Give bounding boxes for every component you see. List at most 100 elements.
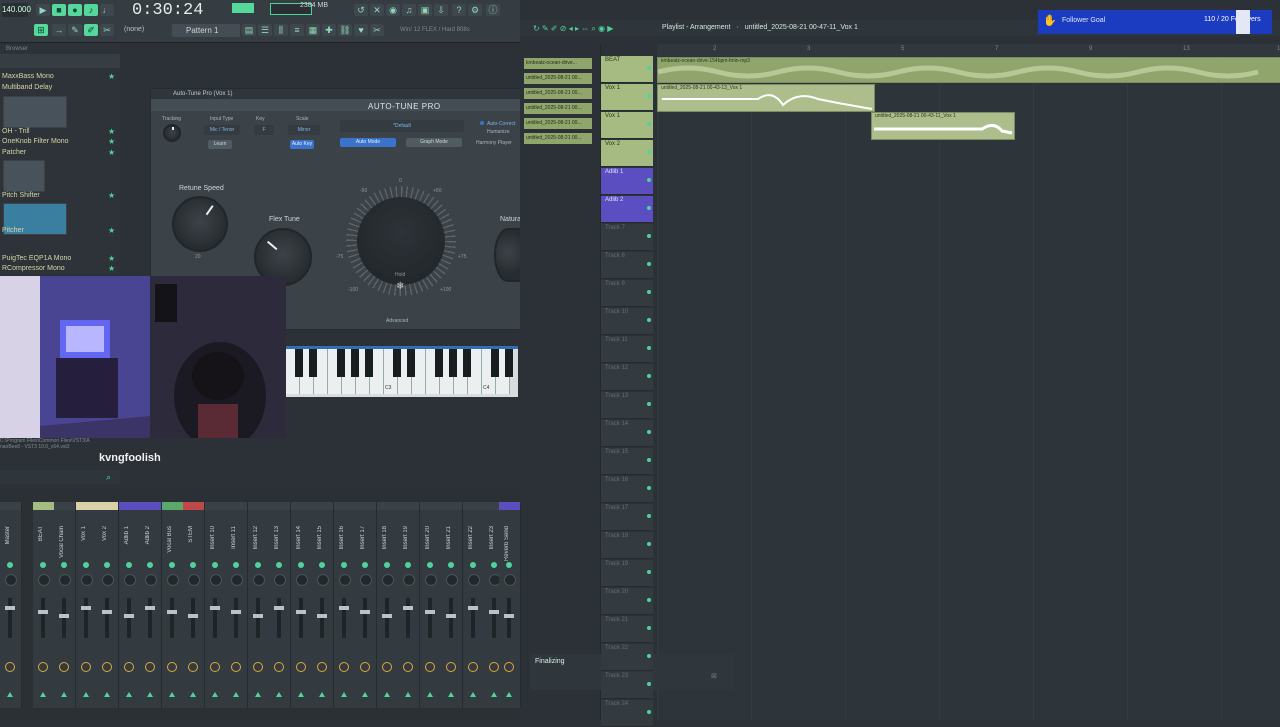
mixer-strip[interactable]: Insert 16 — [333, 502, 356, 708]
track-header[interactable]: Track 18 — [601, 532, 653, 559]
strip-send-knob[interactable] — [403, 662, 413, 672]
strip-route-arrow-icon[interactable] — [362, 692, 368, 697]
heart-icon[interactable]: ♥ — [354, 24, 368, 36]
mixer-strip[interactable]: Insert 10 — [204, 502, 227, 708]
strip-route-arrow-icon[interactable] — [82, 692, 89, 697]
strip-fader-track[interactable] — [277, 598, 281, 638]
browser-item[interactable]: OneKnob Filter Mono — [2, 138, 69, 145]
strip-pan-knob[interactable] — [102, 574, 114, 586]
strip-fader-cap[interactable] — [317, 614, 327, 618]
strip-send-knob[interactable] — [80, 662, 91, 672]
mixer-strip[interactable]: Insert 14 — [290, 502, 313, 708]
mixer-strip[interactable]: Insert 18 — [376, 502, 399, 708]
record-icon[interactable]: ● — [68, 4, 82, 16]
track-led[interactable] — [647, 262, 651, 266]
strip-route-arrow-icon[interactable] — [104, 692, 110, 697]
strip-pan-knob[interactable] — [274, 574, 286, 586]
clip-list-item[interactable]: untitled_2025-08-21 00... — [524, 118, 592, 129]
vox2-clip[interactable]: untitled_2025-08-21 00-43-11_Vox 1 — [871, 112, 1015, 140]
play-icon[interactable]: ▶ — [36, 4, 50, 16]
strip-active-led[interactable] — [448, 562, 454, 568]
track-led[interactable] — [647, 206, 651, 210]
star-icon[interactable]: ★ — [108, 264, 115, 273]
strip-send-knob[interactable] — [317, 662, 327, 672]
track-header[interactable]: Track 7 — [601, 224, 653, 251]
mixer-strip[interactable]: Insert 13 — [269, 502, 291, 708]
strip-active-led[interactable] — [506, 562, 512, 568]
strip-route-arrow-icon[interactable] — [405, 692, 411, 697]
browser-item[interactable]: RCompressor Mono — [2, 265, 65, 272]
strip-fader-cap[interactable] — [360, 610, 370, 614]
strip-pan-knob[interactable] — [381, 574, 394, 586]
toast-close-icon[interactable]: ⊠ — [711, 672, 717, 680]
track-header[interactable]: Track 11 — [601, 336, 653, 363]
natural-vibrato-knob[interactable] — [494, 228, 522, 282]
track-header[interactable]: Track 22 — [601, 644, 653, 671]
mixer-strip[interactable]: Insert 15 — [312, 502, 334, 708]
strip-fader-cap[interactable] — [123, 614, 134, 618]
slice-icon[interactable]: ✂ — [100, 24, 114, 36]
strip-fader-cap[interactable] — [102, 610, 112, 614]
auto-key-button[interactable]: Auto Key — [290, 140, 314, 149]
strip-fader-cap[interactable] — [274, 606, 284, 610]
save-icon[interactable]: ▣ — [418, 4, 432, 16]
track-led[interactable] — [647, 346, 651, 350]
strip-pan-knob[interactable] — [59, 574, 71, 586]
strip-fader-cap[interactable] — [424, 610, 435, 614]
strip-fader-cap[interactable] — [59, 614, 69, 618]
snap-selector[interactable]: (none) — [124, 26, 144, 33]
strip-send-knob[interactable] — [231, 662, 241, 672]
strip-active-led[interactable] — [426, 562, 433, 568]
cut-icon[interactable]: ✕ — [370, 4, 384, 16]
harmony-player-label[interactable]: Harmony Player — [476, 140, 512, 146]
piano-keyboard[interactable]: C3 C4 — [286, 346, 518, 397]
browser-icon[interactable]: ▦ — [306, 24, 320, 36]
mixer-strip[interactable]: Adlib 1 — [118, 502, 141, 708]
mixer-strip[interactable]: Insert 20 — [419, 502, 442, 708]
retune-speed-knob[interactable] — [172, 196, 228, 252]
strip-route-arrow-icon[interactable] — [469, 692, 476, 697]
piano-key[interactable] — [393, 349, 401, 377]
vox1-clip[interactable]: untitled_2025-08-21 00-43-13_Vox 1 — [657, 84, 875, 112]
strip-send-knob[interactable] — [504, 662, 514, 672]
strip-fader-track[interactable] — [8, 598, 12, 638]
strip-fader-track[interactable] — [507, 598, 511, 638]
track-header[interactable]: Track 10 — [601, 308, 653, 335]
browser-item[interactable]: Patcher — [2, 149, 26, 156]
track-led[interactable] — [647, 234, 651, 238]
strip-fader-track[interactable] — [148, 598, 152, 638]
star-icon[interactable]: ★ — [108, 137, 115, 146]
mixer-strip[interactable]: Adlib 2 — [140, 502, 162, 708]
track-header[interactable]: Vox 2 — [601, 140, 653, 167]
track-header[interactable]: Track 23 — [601, 672, 653, 699]
track-header[interactable]: Track 19 — [601, 560, 653, 587]
track-header[interactable]: Track 12 — [601, 364, 653, 391]
track-led[interactable] — [647, 94, 651, 98]
track-header[interactable]: Track 17 — [601, 504, 653, 531]
star-icon[interactable]: ★ — [108, 72, 115, 81]
strip-route-arrow-icon[interactable] — [125, 692, 132, 697]
strip-send-knob[interactable] — [489, 662, 499, 672]
strip-send-knob[interactable] — [274, 662, 284, 672]
strip-fader-track[interactable] — [255, 598, 260, 638]
mixer-strip[interactable]: Insert 19 — [398, 502, 420, 708]
track-header[interactable]: Adlib 1 — [601, 168, 653, 195]
mixer-strip[interactable]: Vox 1 — [75, 502, 98, 708]
strip-send-knob[interactable] — [446, 662, 456, 672]
clip-list-item[interactable]: untitled_2025-08-21 00... — [524, 73, 592, 84]
strip-send-knob[interactable] — [188, 662, 198, 672]
mixer-strip[interactable]: Insert 17 — [355, 502, 377, 708]
strip-send-knob[interactable] — [59, 662, 69, 672]
strip-route-arrow-icon[interactable] — [254, 692, 261, 697]
strip-active-led[interactable] — [254, 562, 261, 568]
track-led[interactable] — [647, 710, 651, 714]
strip-active-led[interactable] — [233, 562, 239, 568]
clip-list-item[interactable]: untitled_2025-08-21 00... — [524, 88, 592, 99]
strip-send-knob[interactable] — [424, 662, 435, 672]
strip-send-knob[interactable] — [37, 662, 48, 672]
undo-icon[interactable]: ↺ — [354, 4, 368, 16]
star-icon[interactable]: ★ — [108, 191, 115, 200]
playlist-icon[interactable]: ≡ — [290, 24, 304, 36]
auto-mode-button[interactable]: Auto Mode — [340, 138, 396, 147]
strip-pan-knob[interactable] — [252, 574, 265, 586]
